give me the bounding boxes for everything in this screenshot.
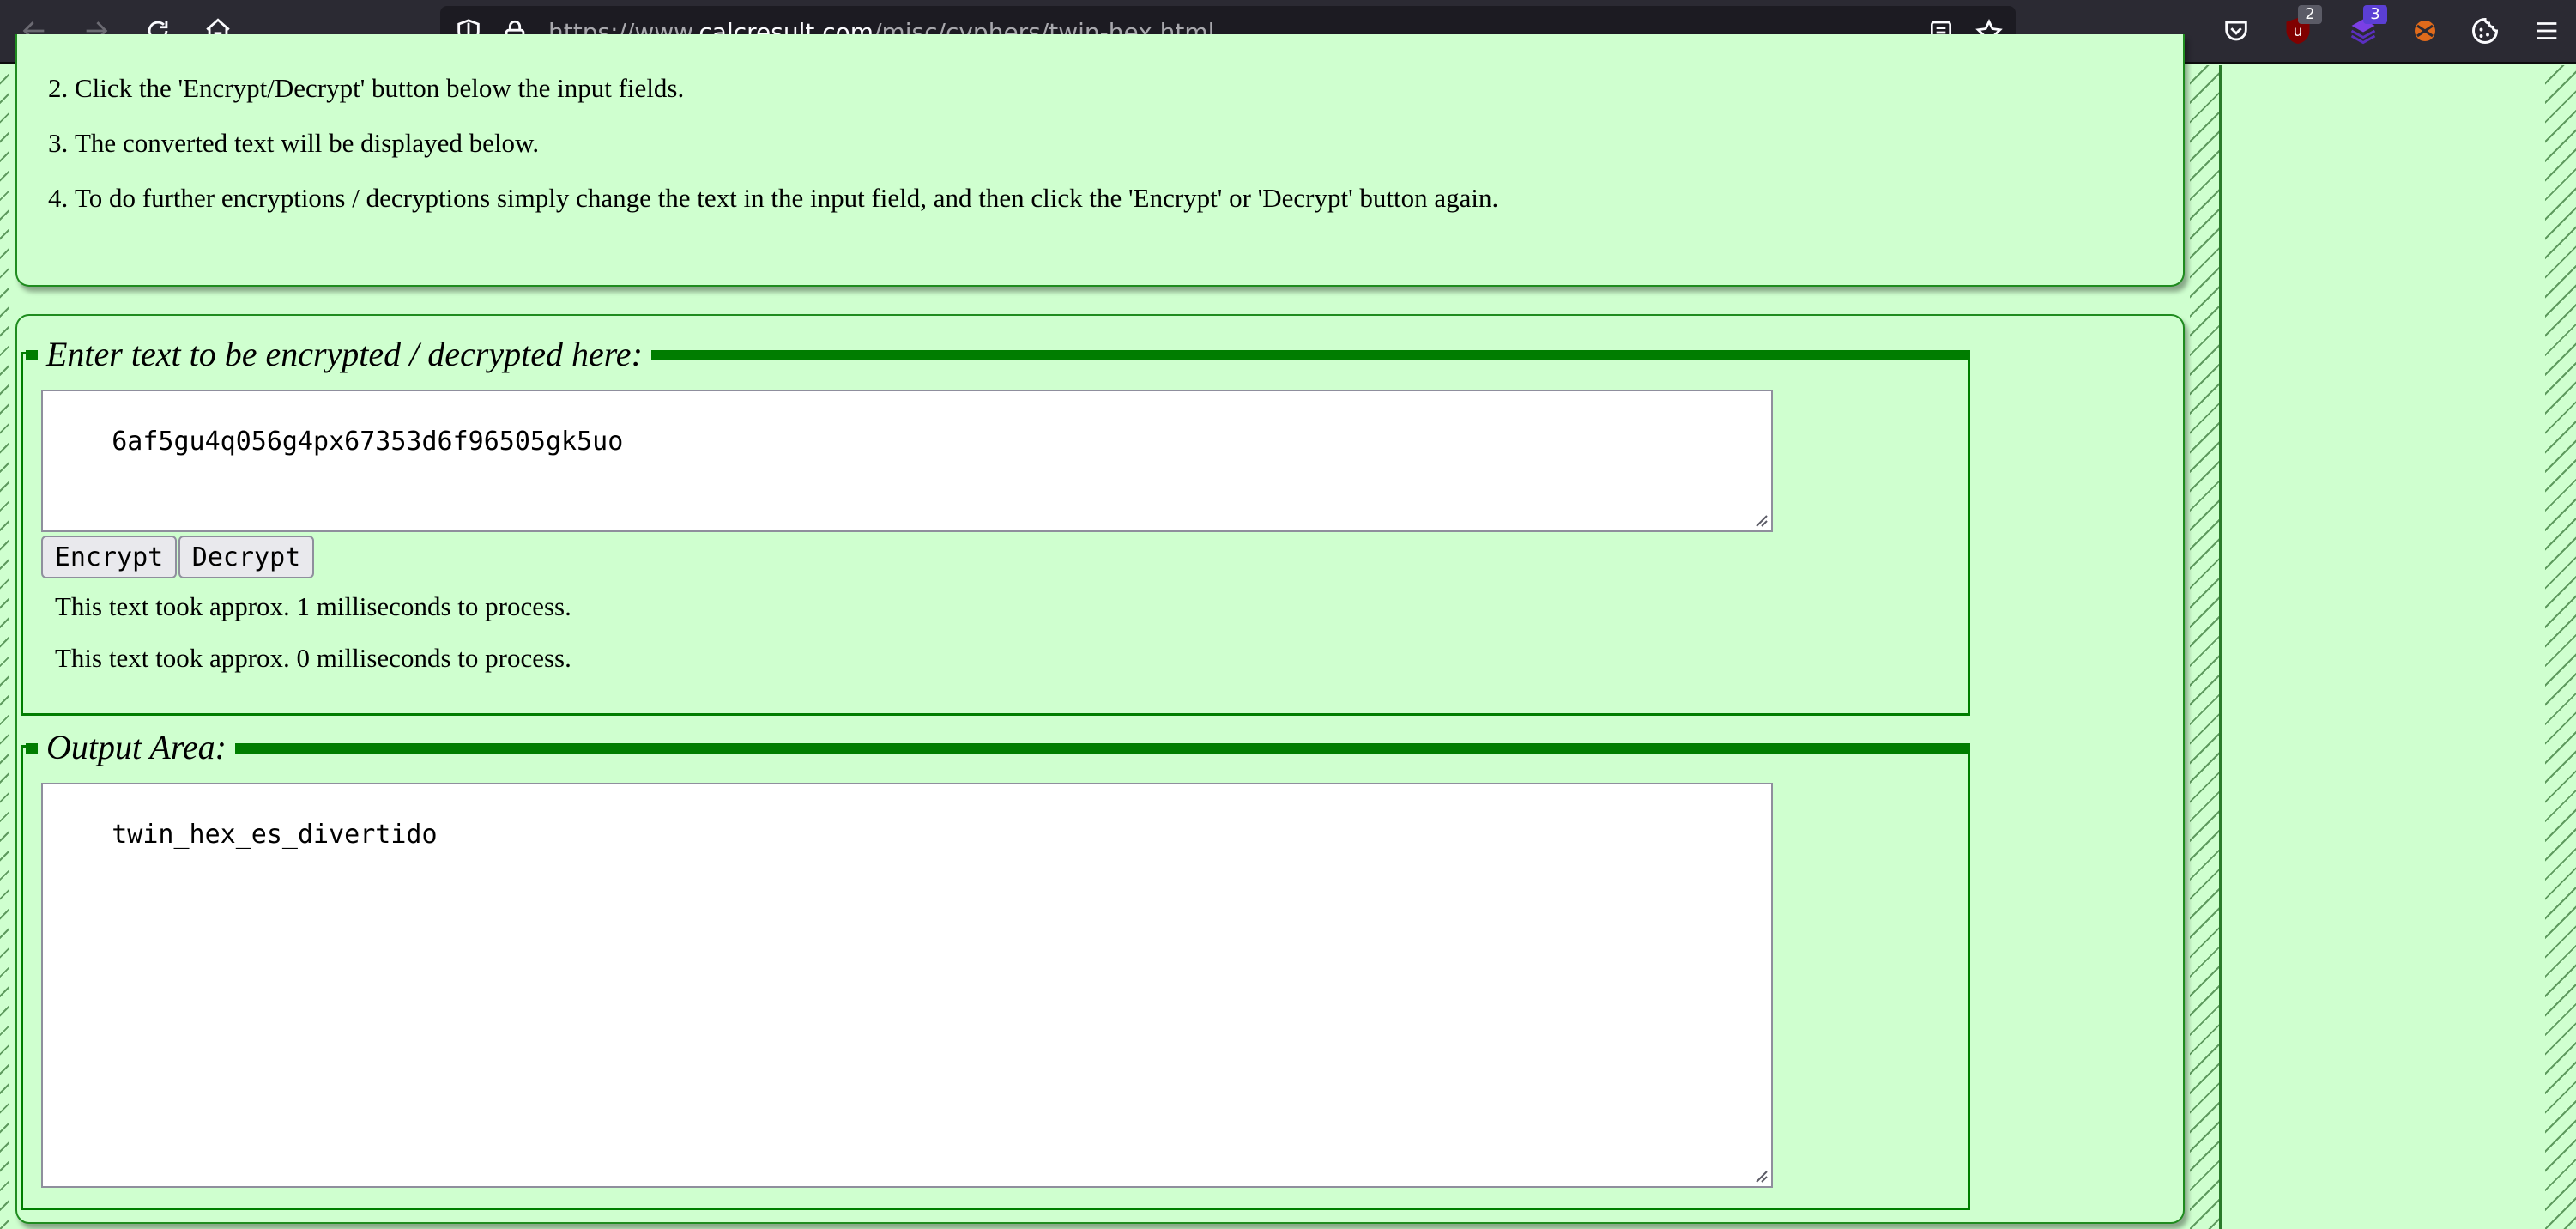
instruction-number: 4.	[48, 183, 69, 213]
output-textarea[interactable]: twin_hex_es_divertido	[41, 783, 1773, 1188]
decrypt-button[interactable]: Decrypt	[178, 536, 314, 578]
pocket-icon[interactable]	[2217, 12, 2255, 50]
right-column	[2222, 65, 2545, 1229]
extension-badge: 3	[2363, 5, 2387, 24]
output-text: twin_hex_es_divertido	[112, 820, 438, 850]
input-text: 6af5gu4q056g4px67353d6f96505gk5uo	[112, 427, 624, 457]
hamburger-menu-icon[interactable]	[2528, 12, 2566, 50]
ublock-badge: 2	[2298, 5, 2322, 24]
right-hatch-border	[2545, 65, 2576, 1229]
encrypt-button[interactable]: Encrypt	[41, 536, 177, 578]
timing-text: This text took approx. 1 milliseconds to…	[55, 591, 571, 621]
tool-panel: Enter text to be encrypted / decrypted h…	[15, 314, 2185, 1224]
input-textarea[interactable]: 6af5gu4q056g4px67353d6f96505gk5uo	[41, 390, 1773, 532]
input-legend: Enter text to be encrypted / decrypted h…	[38, 335, 651, 374]
instruction-text: Click the 'Encrypt/Decrypt' button below…	[75, 73, 685, 103]
column-divider	[2219, 65, 2222, 1229]
instruction-text: The converted text will be displayed bel…	[75, 128, 540, 158]
resize-grip-icon[interactable]	[1751, 1166, 1769, 1184]
output-fieldset-topbar	[26, 743, 1970, 754]
svg-text:u: u	[2294, 23, 2302, 39]
timing-text: This text took approx. 0 milliseconds to…	[55, 643, 571, 673]
instruction-text: To do further encryptions / decryptions …	[75, 183, 1499, 213]
left-hatch-border	[0, 65, 9, 1229]
ublock-origin-icon[interactable]: u 2	[2279, 5, 2322, 50]
instructions-panel: 2. Click the 'Encrypt/Decrypt' button be…	[15, 34, 2185, 287]
output-legend: Output Area:	[38, 728, 235, 767]
extension-icon[interactable]: 3	[2344, 5, 2387, 50]
cookie-icon[interactable]	[2466, 12, 2504, 50]
center-hatch-border	[2190, 65, 2222, 1229]
instruction-number: 2.	[48, 73, 69, 103]
extension-icon[interactable]	[2406, 12, 2444, 50]
resize-grip-icon[interactable]	[1751, 511, 1769, 528]
instruction-number: 3.	[48, 128, 69, 158]
